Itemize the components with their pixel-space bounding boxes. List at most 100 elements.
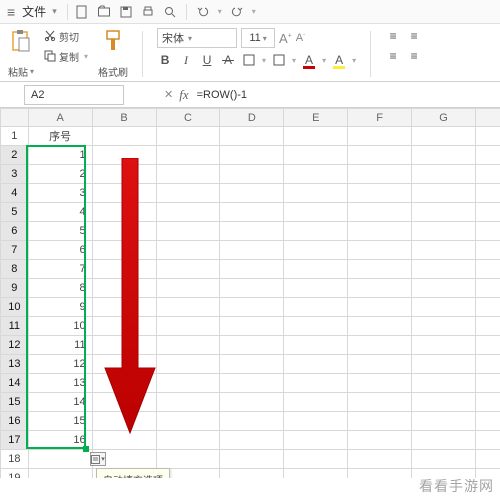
align-left-icon[interactable]: ≡: [385, 48, 401, 64]
cell-E2[interactable]: [284, 146, 348, 165]
cell-H13[interactable]: [476, 355, 500, 374]
cell-G7[interactable]: [412, 241, 476, 260]
cell-C17[interactable]: [156, 431, 220, 450]
format-painter-button[interactable]: 格式刷: [98, 28, 128, 79]
cell-E5[interactable]: [284, 203, 348, 222]
cell-G11[interactable]: [412, 317, 476, 336]
cell-F15[interactable]: [348, 393, 412, 412]
print-icon[interactable]: [138, 2, 158, 22]
cell-F9[interactable]: [348, 279, 412, 298]
cell-G15[interactable]: [412, 393, 476, 412]
autofill-options-button[interactable]: ▾: [90, 452, 106, 466]
row-header-13[interactable]: 13: [1, 355, 29, 374]
cell-B16[interactable]: [92, 412, 156, 431]
cell-F1[interactable]: [348, 127, 412, 146]
cell-H17[interactable]: [476, 431, 500, 450]
cell-D8[interactable]: [220, 260, 284, 279]
cell-G6[interactable]: [412, 222, 476, 241]
row-header-10[interactable]: 10: [1, 298, 29, 317]
cell-H15[interactable]: [476, 393, 500, 412]
paste-button[interactable]: 粘贴▾: [8, 28, 34, 79]
align-center-icon[interactable]: ≡: [406, 48, 422, 64]
column-header-C[interactable]: C: [156, 109, 220, 127]
row-header-17[interactable]: 17: [1, 431, 29, 450]
column-header-D[interactable]: D: [220, 109, 284, 127]
cell-E14[interactable]: [284, 374, 348, 393]
cell-B11[interactable]: [92, 317, 156, 336]
cell-H14[interactable]: [476, 374, 500, 393]
column-header-A[interactable]: A: [28, 109, 92, 127]
cell-B14[interactable]: [92, 374, 156, 393]
cell-B3[interactable]: [92, 165, 156, 184]
cell-A13[interactable]: 12: [28, 355, 92, 374]
cell-A10[interactable]: 9: [28, 298, 92, 317]
new-doc-icon[interactable]: [72, 2, 92, 22]
cell-C4[interactable]: [156, 184, 220, 203]
row-header-1[interactable]: 1: [1, 127, 29, 146]
cell-A1[interactable]: 序号: [28, 127, 92, 146]
cancel-formula-icon[interactable]: ✕: [164, 88, 173, 101]
cell-D15[interactable]: [220, 393, 284, 412]
cell-E1[interactable]: [284, 127, 348, 146]
row-header-3[interactable]: 3: [1, 165, 29, 184]
cell-G3[interactable]: [412, 165, 476, 184]
select-all-corner[interactable]: [1, 109, 29, 127]
row-header-9[interactable]: 9: [1, 279, 29, 298]
cell-A18[interactable]: [28, 450, 92, 469]
font-name-select[interactable]: 宋体▾: [157, 28, 237, 48]
cell-F10[interactable]: [348, 298, 412, 317]
cell-C18[interactable]: [156, 450, 220, 469]
cell-C13[interactable]: [156, 355, 220, 374]
cell-F13[interactable]: [348, 355, 412, 374]
cell-G18[interactable]: [412, 450, 476, 469]
cell-E15[interactable]: [284, 393, 348, 412]
hamburger-icon[interactable]: ≡: [4, 2, 18, 22]
cut-button[interactable]: 剪切: [44, 28, 88, 44]
column-header-E[interactable]: E: [284, 109, 348, 127]
cell-D13[interactable]: [220, 355, 284, 374]
cell-G5[interactable]: [412, 203, 476, 222]
row-header-8[interactable]: 8: [1, 260, 29, 279]
cell-G13[interactable]: [412, 355, 476, 374]
cell-A12[interactable]: 11: [28, 336, 92, 355]
cell-A14[interactable]: 13: [28, 374, 92, 393]
cell-H9[interactable]: [476, 279, 500, 298]
column-header-B[interactable]: B: [92, 109, 156, 127]
column-header-G[interactable]: G: [412, 109, 476, 127]
print-preview-icon[interactable]: [160, 2, 180, 22]
strikethrough-button[interactable]: A: [220, 52, 236, 68]
cell-F12[interactable]: [348, 336, 412, 355]
cell-B13[interactable]: [92, 355, 156, 374]
cell-B4[interactable]: [92, 184, 156, 203]
save-icon[interactable]: [116, 2, 136, 22]
cell-F4[interactable]: [348, 184, 412, 203]
cell-G8[interactable]: [412, 260, 476, 279]
cell-H16[interactable]: [476, 412, 500, 431]
cell-A2[interactable]: 1: [28, 146, 92, 165]
cell-D5[interactable]: [220, 203, 284, 222]
cell-A15[interactable]: 14: [28, 393, 92, 412]
cell-A6[interactable]: 5: [28, 222, 92, 241]
column-header-H[interactable]: H: [476, 109, 500, 127]
cell-H12[interactable]: [476, 336, 500, 355]
cell-C5[interactable]: [156, 203, 220, 222]
cell-H8[interactable]: [476, 260, 500, 279]
cell-D19[interactable]: [220, 469, 284, 479]
cell-A7[interactable]: 6: [28, 241, 92, 260]
cell-C7[interactable]: [156, 241, 220, 260]
cell-A9[interactable]: 8: [28, 279, 92, 298]
cell-C6[interactable]: [156, 222, 220, 241]
align-middle-icon[interactable]: ≡: [406, 28, 422, 44]
cell-C12[interactable]: [156, 336, 220, 355]
cell-B2[interactable]: [92, 146, 156, 165]
cell-E3[interactable]: [284, 165, 348, 184]
cell-D17[interactable]: [220, 431, 284, 450]
cell-G12[interactable]: [412, 336, 476, 355]
cell-B9[interactable]: [92, 279, 156, 298]
cell-G16[interactable]: [412, 412, 476, 431]
row-header-14[interactable]: 14: [1, 374, 29, 393]
cell-E9[interactable]: [284, 279, 348, 298]
redo-dropdown[interactable]: ▾: [249, 2, 259, 22]
row-header-12[interactable]: 12: [1, 336, 29, 355]
cell-C15[interactable]: [156, 393, 220, 412]
